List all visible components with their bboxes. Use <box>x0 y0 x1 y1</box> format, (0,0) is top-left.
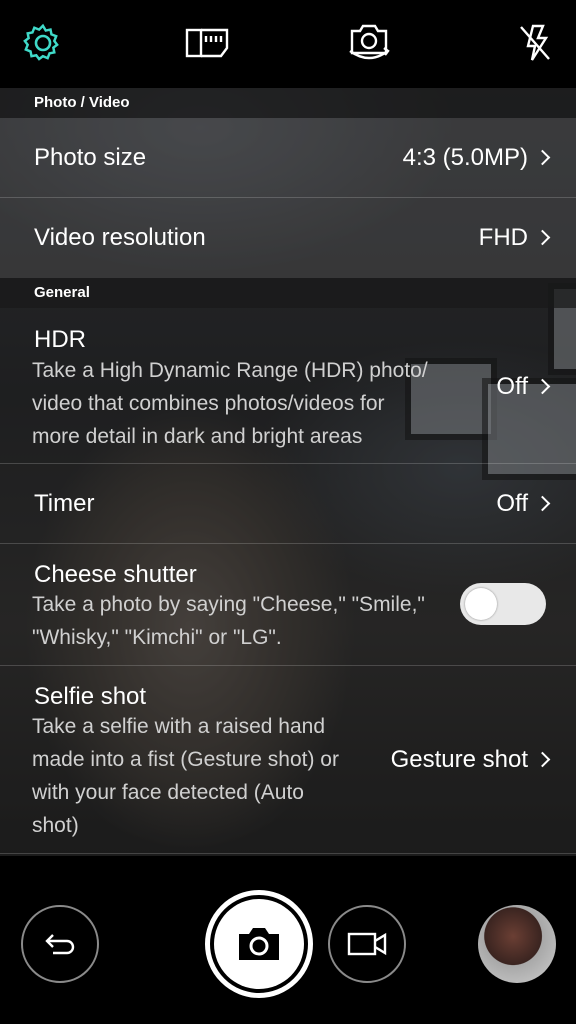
settings-button[interactable] <box>18 18 68 68</box>
setting-row-selfie-shot[interactable]: Selfie shot Take a selfie with a raised … <box>0 666 576 854</box>
setting-value: Off <box>496 373 528 400</box>
bottom-bar <box>0 856 576 1024</box>
setting-title: Video resolution <box>34 224 206 251</box>
setting-title: HDR <box>34 326 86 353</box>
chevron-right-icon <box>534 378 551 395</box>
setting-value: Off <box>496 490 528 517</box>
top-bar <box>0 0 576 88</box>
flash-button[interactable] <box>510 18 560 68</box>
toggle-knob <box>465 588 497 620</box>
section-header-general: General <box>0 278 576 308</box>
setting-row-timer[interactable]: Timer Off <box>0 464 576 544</box>
cheese-shutter-toggle[interactable] <box>460 583 546 625</box>
setting-value: 4:3 (5.0MP) <box>402 144 528 171</box>
chevron-right-icon <box>534 495 551 512</box>
switch-camera-icon <box>349 24 390 60</box>
back-arrow-icon <box>45 934 75 955</box>
setting-title: Selfie shot <box>34 683 147 710</box>
storage-button[interactable] <box>182 18 232 68</box>
setting-description: Take a High Dynamic Range (HDR) photo/ v… <box>32 359 428 448</box>
flash-off-icon <box>520 24 550 61</box>
section-header-photo-video: Photo / Video <box>0 88 576 118</box>
chevron-right-icon <box>534 229 551 246</box>
chevron-right-icon <box>534 149 551 166</box>
camera-icon <box>239 928 279 960</box>
shutter-inner <box>214 899 304 989</box>
setting-value: Gesture shot <box>390 746 528 773</box>
setting-title: Timer <box>34 490 95 517</box>
setting-row-video-resolution[interactable]: Video resolution FHD <box>0 198 576 278</box>
setting-title: Photo size <box>34 144 147 171</box>
sd-card-icon <box>185 28 229 58</box>
setting-description: Take a photo by saying "Cheese," "Smile,… <box>32 593 425 649</box>
back-button[interactable] <box>21 905 99 983</box>
chevron-right-icon <box>534 751 551 768</box>
video-camera-icon <box>347 932 387 956</box>
video-record-button[interactable] <box>328 905 406 983</box>
gear-icon <box>23 23 59 61</box>
gallery-thumbnail[interactable] <box>478 905 556 983</box>
setting-value: FHD <box>478 224 528 251</box>
setting-description: Take a selfie with a raised hand made in… <box>32 715 339 837</box>
shutter-button[interactable] <box>205 890 313 998</box>
setting-row-hdr[interactable]: HDR Take a High Dynamic Range (HDR) phot… <box>0 308 576 464</box>
switch-camera-button[interactable] <box>344 18 394 68</box>
setting-title: Cheese shutter <box>34 561 197 588</box>
setting-row-cheese-shutter[interactable]: Cheese shutter Take a photo by saying "C… <box>0 544 576 666</box>
setting-row-photo-size[interactable]: Photo size 4:3 (5.0MP) <box>0 118 576 198</box>
